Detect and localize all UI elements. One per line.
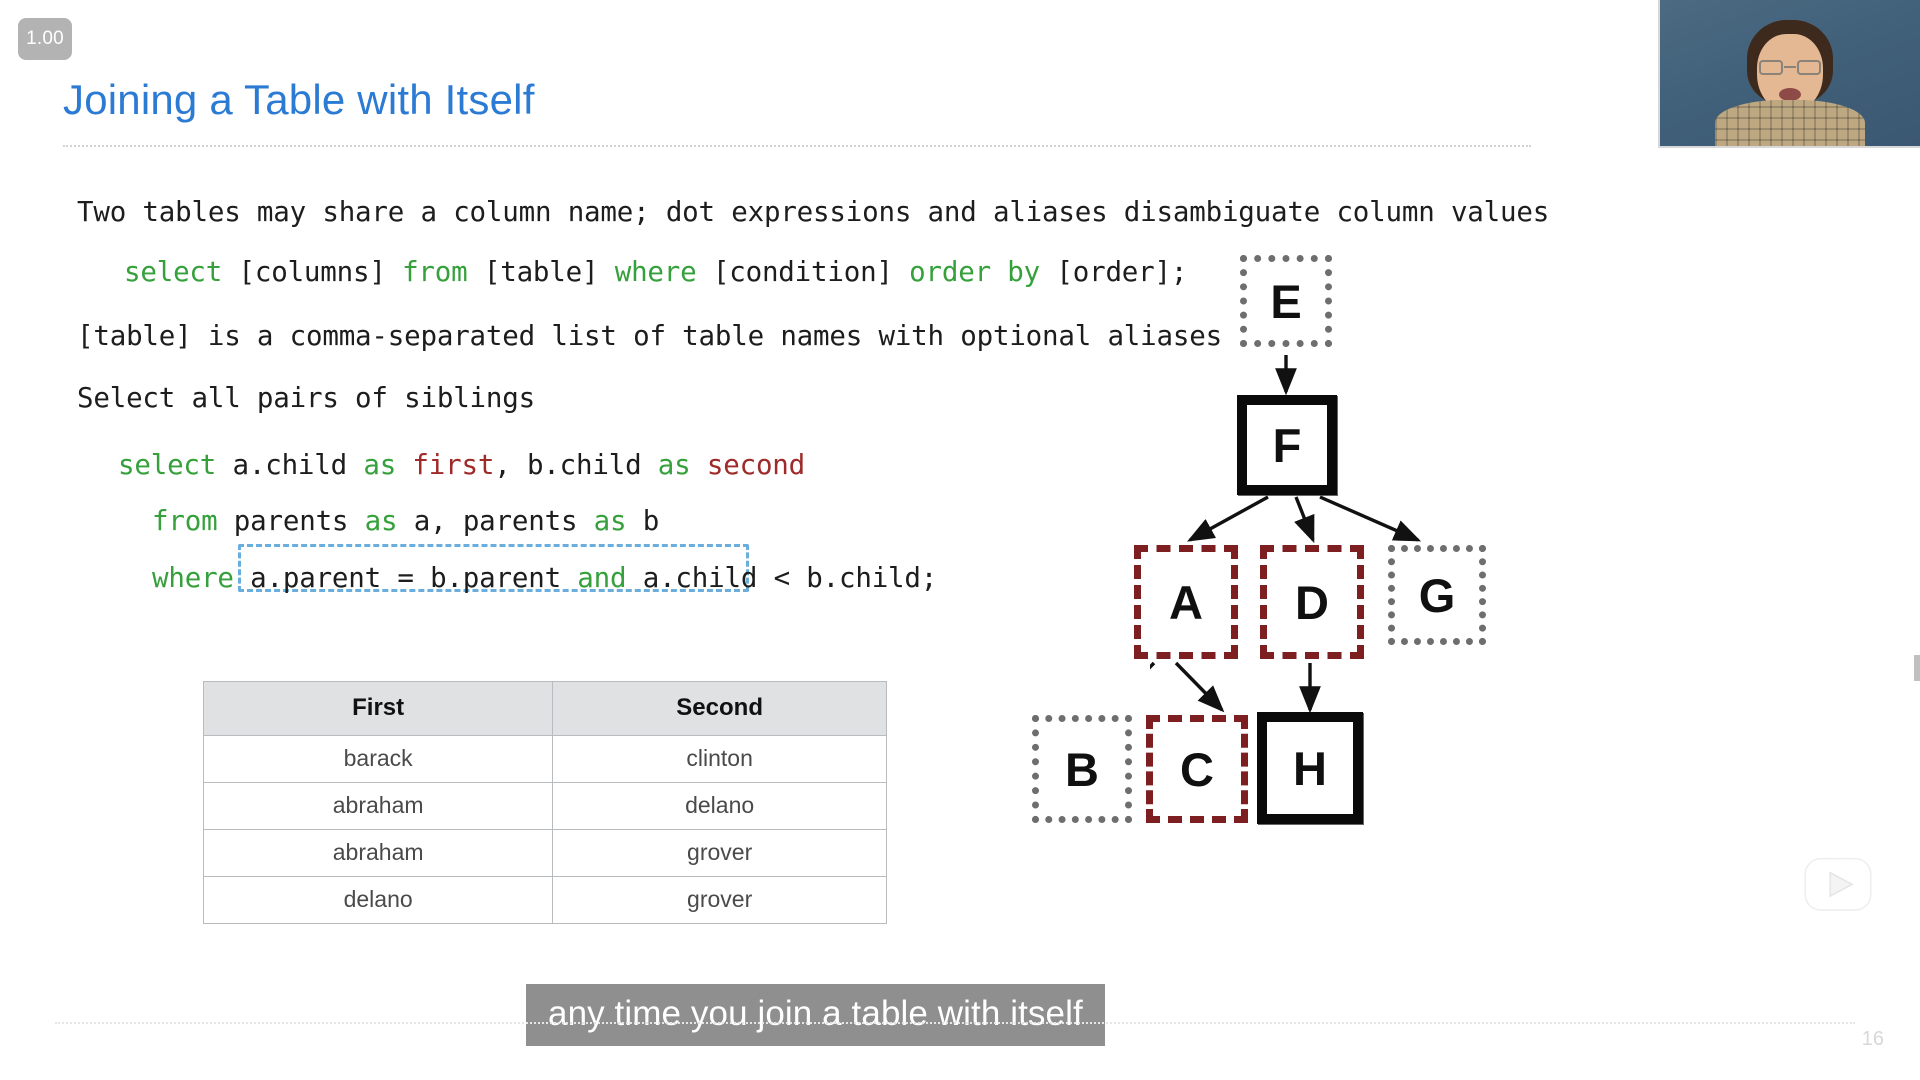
tree-node-f: F — [1238, 396, 1336, 494]
query-select-line: select a.child as first, b.child as seco… — [118, 449, 805, 481]
cell-second: clinton — [552, 735, 887, 783]
slide-stage: 1.00 Joining a Table with Itself Two tab… — [0, 0, 1920, 1080]
query-table-2: parents — [462, 505, 594, 537]
prompt-text: Select all pairs of siblings — [77, 382, 535, 414]
tree-node-b: B — [1032, 715, 1132, 823]
intro-text: Two tables may share a column name; dot … — [77, 196, 1550, 228]
query-where-line: where a.parent = b.parent and a.child < … — [152, 562, 937, 594]
glasses-bridge — [1784, 66, 1796, 68]
tree-node-d: D — [1260, 545, 1364, 659]
table-header-row: First Second — [202, 681, 887, 736]
right-edge-artifact — [1914, 655, 1920, 681]
table-row: abraham delano — [202, 782, 887, 830]
query-from-line: from parents as a, parents as b — [152, 505, 659, 537]
cell-second: grover — [552, 829, 887, 877]
cell-first: delano — [202, 876, 554, 924]
glasses-lens-right — [1797, 60, 1821, 75]
cell-second: delano — [552, 782, 887, 830]
tree-node-c: C — [1146, 715, 1248, 823]
tree-node-h: H — [1258, 713, 1362, 823]
query-alias-a: a, — [397, 505, 463, 537]
query-col-b: b.child — [526, 449, 658, 481]
query-condition-2: a.child < b.child; — [626, 562, 938, 594]
cell-second: grover — [552, 876, 887, 924]
tree-node-a: A — [1134, 545, 1238, 659]
column-header-second: Second — [552, 681, 887, 736]
result-table: First Second barack clinton abraham dela… — [202, 681, 887, 924]
query-keyword-select: select — [118, 449, 217, 481]
query-keyword-from: from — [152, 505, 218, 537]
query-keyword-as-2: as — [657, 449, 691, 481]
column-header-first: First — [202, 681, 554, 736]
query-keyword-as-1: as — [363, 449, 397, 481]
webcam-shirt — [1715, 100, 1865, 146]
playback-speed-badge[interactable]: 1.00 — [18, 18, 72, 60]
query-keyword-where: where — [152, 562, 234, 594]
query-keyword-as-b: as — [593, 505, 627, 537]
table-row: delano grover — [202, 876, 887, 924]
query-col-a: a.child — [216, 449, 364, 481]
keyword-where: where — [614, 256, 697, 288]
page-title: Joining a Table with Itself — [63, 76, 535, 123]
syntax-columns: [columns] — [222, 256, 403, 288]
table-note-text: [table] is a comma-separated list of tab… — [77, 320, 1222, 352]
title-divider — [63, 145, 1531, 147]
keyword-from: from — [402, 256, 468, 288]
page-number: 16 — [1861, 1028, 1884, 1050]
tree-node-e: E — [1240, 255, 1332, 347]
keyword-order-by: order by — [909, 256, 1041, 288]
glasses-lens-left — [1759, 60, 1783, 75]
table-row: abraham grover — [202, 829, 887, 877]
family-tree-diagram: E F A D G B C H — [1032, 255, 1880, 985]
query-keyword-and: and — [577, 562, 627, 594]
query-table-1: parents — [233, 505, 365, 537]
table-row: barack clinton — [202, 735, 887, 783]
query-keyword-as-a: as — [364, 505, 398, 537]
glasses-icon — [1759, 60, 1821, 75]
syntax-table: [table] — [467, 256, 615, 288]
query-condition-1: a.parent = b.parent — [233, 562, 578, 594]
query-alias-first: first — [396, 449, 495, 481]
subtitle-caption: any time you join a table with itself — [526, 984, 1105, 1046]
instructor-webcam-overlay[interactable] — [1658, 0, 1920, 148]
sql-syntax-line: select [columns] from [table] where [con… — [124, 256, 1187, 288]
query-separator: , — [494, 449, 527, 481]
query-alias-second: second — [690, 449, 806, 481]
syntax-condition: [condition] — [696, 256, 910, 288]
keyword-select: select — [124, 256, 223, 288]
query-alias-b: b — [626, 505, 660, 537]
footer-divider — [55, 1022, 1855, 1024]
cell-first: abraham — [202, 782, 554, 830]
cell-first: barack — [202, 735, 554, 783]
tree-node-g: G — [1388, 545, 1486, 645]
cell-first: abraham — [202, 829, 554, 877]
tv-play-icon[interactable] — [1797, 843, 1879, 921]
